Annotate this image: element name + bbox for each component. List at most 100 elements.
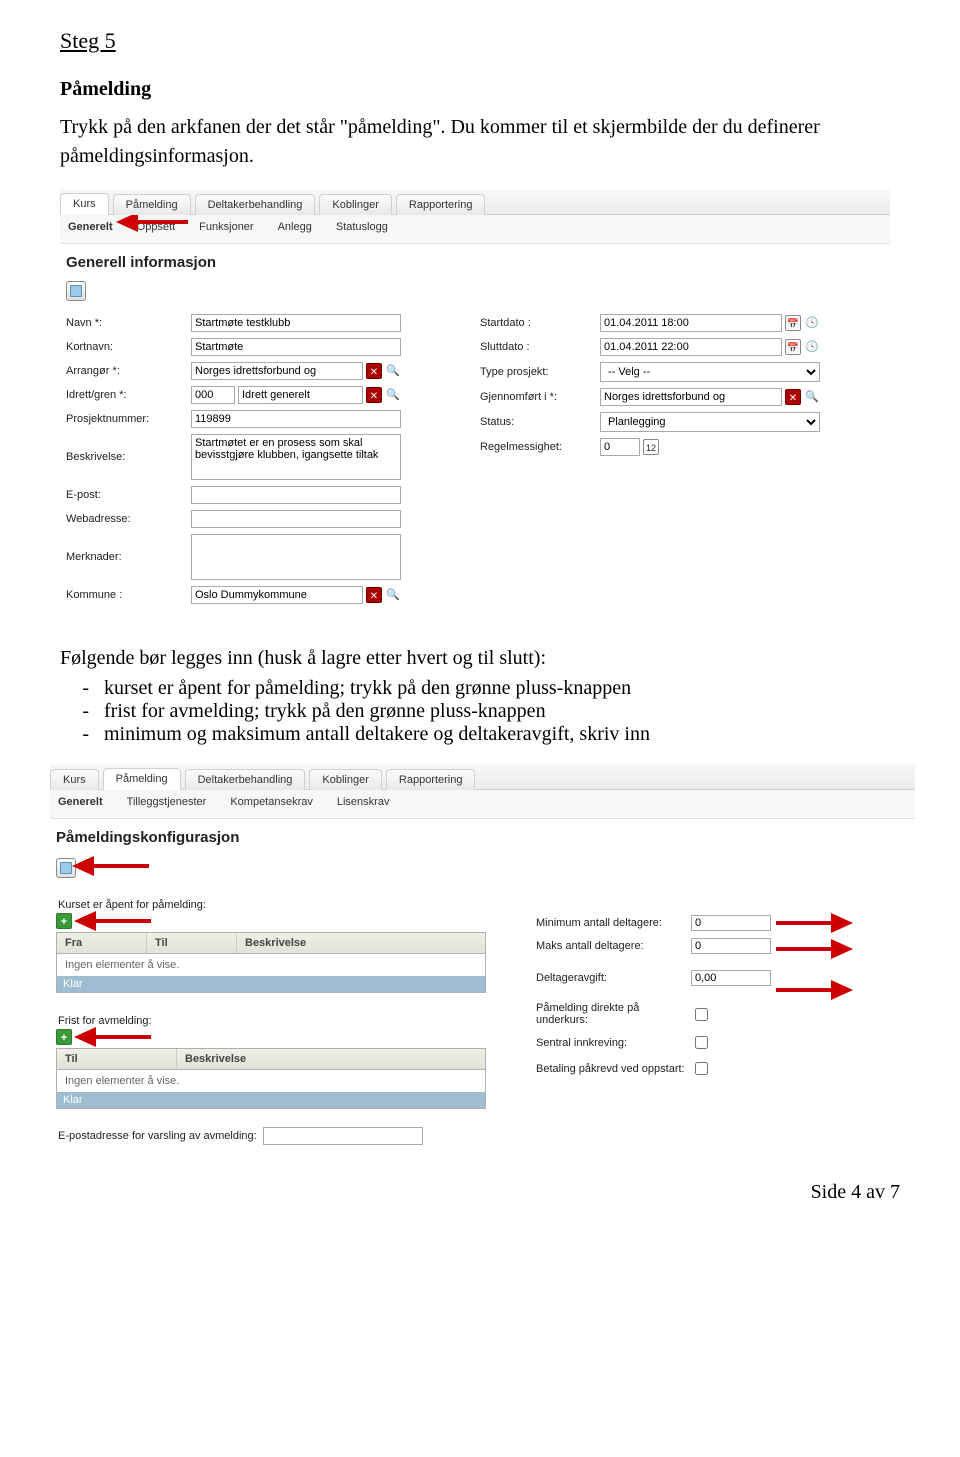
- subtab-statuslogg[interactable]: Statuslogg: [332, 219, 392, 235]
- search-icon[interactable]: [385, 387, 401, 403]
- input-gjennomfort[interactable]: [600, 388, 782, 406]
- main-tabs: Kurs Påmelding Deltakerbehandling Koblin…: [60, 189, 890, 215]
- checkbox-sentral[interactable]: [695, 1036, 708, 1049]
- plus-icon[interactable]: [56, 913, 72, 929]
- label-openfor: Kurset er åpent for påmelding:: [58, 899, 506, 911]
- input-min-deltagere[interactable]: [691, 915, 771, 931]
- subtab-generelt[interactable]: Generelt: [64, 219, 117, 235]
- col-beskrivelse: Beskrivelse: [177, 1049, 485, 1069]
- col-til: Til: [57, 1049, 177, 1069]
- table-empty: Ingen elementer å vise.: [57, 954, 485, 976]
- clear-icon[interactable]: [366, 587, 382, 603]
- form-left: Navn *: Kortnavn: Arrangør *: Idrett/gre…: [66, 314, 470, 604]
- panel-pameldingskonfigurasjon: Kurs Påmelding Deltakerbehandling Koblin…: [50, 764, 915, 1151]
- checkbox-betaling[interactable]: [695, 1062, 708, 1075]
- label-epost: E-post:: [66, 489, 191, 501]
- number-icon[interactable]: [643, 439, 659, 455]
- tab-rapportering[interactable]: Rapportering: [396, 194, 486, 215]
- subtab-generelt[interactable]: Generelt: [54, 794, 107, 810]
- input-varsling-epost[interactable]: [263, 1127, 423, 1145]
- search-icon[interactable]: [385, 363, 401, 379]
- input-prosjektnummer[interactable]: [191, 410, 401, 428]
- label-sentral: Sentral innkreving:: [536, 1037, 691, 1049]
- col-fra: Fra: [57, 933, 147, 953]
- list-item: minimum og maksimum antall deltakere og …: [104, 723, 900, 746]
- input-arrangor[interactable]: [191, 362, 363, 380]
- label-avgift: Deltageravgift:: [536, 972, 691, 984]
- subtab-oppsett[interactable]: Oppsett: [133, 219, 180, 235]
- subtab-tillegg[interactable]: Tilleggstjenester: [123, 794, 211, 810]
- label-regel: Regelmessighet:: [480, 441, 600, 453]
- subtab-funksjoner[interactable]: Funksjoner: [195, 219, 257, 235]
- step-title: Steg 5: [60, 28, 900, 54]
- panel-generell-informasjon: Kurs Påmelding Deltakerbehandling Koblin…: [60, 189, 890, 614]
- clock-icon[interactable]: [804, 339, 820, 355]
- tab-pamelding[interactable]: Påmelding: [113, 194, 191, 215]
- section-title-generell: Generell informasjon: [60, 244, 890, 279]
- list-item: kurset er åpent for påmelding; trykk på …: [104, 677, 900, 700]
- input-epost[interactable]: [191, 486, 401, 504]
- label-beskrivelse: Beskrivelse:: [66, 451, 191, 463]
- label-navn: Navn *:: [66, 317, 191, 329]
- tab-deltakerbehandling[interactable]: Deltakerbehandling: [185, 769, 306, 790]
- clock-icon[interactable]: [804, 315, 820, 331]
- label-frist: Frist for avmelding:: [58, 1015, 506, 1027]
- label-web: Webadresse:: [66, 513, 191, 525]
- input-merknader[interactable]: [191, 534, 401, 580]
- select-status[interactable]: Planlegging: [600, 412, 820, 432]
- search-icon[interactable]: [804, 389, 820, 405]
- tab-rapportering[interactable]: Rapportering: [386, 769, 476, 790]
- input-idrett-kode[interactable]: [191, 386, 235, 404]
- checkbox-direkte[interactable]: [695, 1008, 708, 1021]
- input-regelmessighet[interactable]: [600, 438, 640, 456]
- tab-kurs[interactable]: Kurs: [60, 193, 109, 215]
- label-sluttdato: Sluttdato :: [480, 341, 600, 353]
- input-idrett-navn[interactable]: [238, 386, 363, 404]
- list-item: frist for avmelding; trykk på den grønne…: [104, 700, 900, 723]
- input-kommune[interactable]: [191, 586, 363, 604]
- input-navn[interactable]: [191, 314, 401, 332]
- tab-kurs[interactable]: Kurs: [50, 769, 99, 790]
- plus-icon[interactable]: [56, 1029, 72, 1045]
- input-kortnavn[interactable]: [191, 338, 401, 356]
- input-startdato[interactable]: [600, 314, 782, 332]
- select-type-prosjekt[interactable]: -- Velg --: [600, 362, 820, 382]
- subtab-kompetanse[interactable]: Kompetansekrav: [226, 794, 317, 810]
- arrow-plus-1: [74, 911, 151, 931]
- tab-koblinger[interactable]: Koblinger: [319, 194, 391, 215]
- tab-koblinger[interactable]: Koblinger: [309, 769, 381, 790]
- col-til: Til: [147, 933, 237, 953]
- label-kortnavn: Kortnavn:: [66, 341, 191, 353]
- search-icon[interactable]: [385, 587, 401, 603]
- save-icon[interactable]: [56, 858, 76, 878]
- input-sluttdato[interactable]: [600, 338, 782, 356]
- input-beskrivelse[interactable]: Startmøtet er en prosess som skal beviss…: [191, 434, 401, 480]
- label-min-deltagere: Minimum antall deltagere:: [536, 917, 691, 929]
- table-klar: Klar: [57, 1092, 485, 1108]
- input-maks-deltagere[interactable]: [691, 938, 771, 954]
- label-type: Type prosjekt:: [480, 366, 600, 378]
- table-empty: Ingen elementer å vise.: [57, 1070, 485, 1092]
- label-gjennomfort: Gjennomført i *:: [480, 391, 600, 403]
- section-title-konfig: Påmeldingskonfigurasjon: [50, 819, 915, 854]
- input-web[interactable]: [191, 510, 401, 528]
- clear-icon[interactable]: [366, 363, 382, 379]
- page-footer: Side 4 av 7: [60, 1181, 900, 1204]
- label-prosjektnummer: Prosjektnummer:: [66, 413, 191, 425]
- label-merknader: Merknader:: [66, 551, 191, 563]
- input-avgift[interactable]: [691, 970, 771, 986]
- label-status: Status:: [480, 416, 600, 428]
- save-icon[interactable]: [66, 281, 86, 301]
- tab-pamelding[interactable]: Påmelding: [103, 768, 181, 790]
- calendar-icon[interactable]: [785, 339, 801, 355]
- clear-icon[interactable]: [366, 387, 382, 403]
- subtab-anlegg[interactable]: Anlegg: [274, 219, 316, 235]
- table-klar: Klar: [57, 976, 485, 992]
- subtab-lisens[interactable]: Lisenskrav: [333, 794, 394, 810]
- label-idrett: Idrett/gren *:: [66, 389, 191, 401]
- arrow-plus-2: [74, 1027, 151, 1047]
- calendar-icon[interactable]: [785, 315, 801, 331]
- tab-deltakerbehandling[interactable]: Deltakerbehandling: [195, 194, 316, 215]
- clear-icon[interactable]: [785, 389, 801, 405]
- col-beskrivelse: Beskrivelse: [237, 933, 485, 953]
